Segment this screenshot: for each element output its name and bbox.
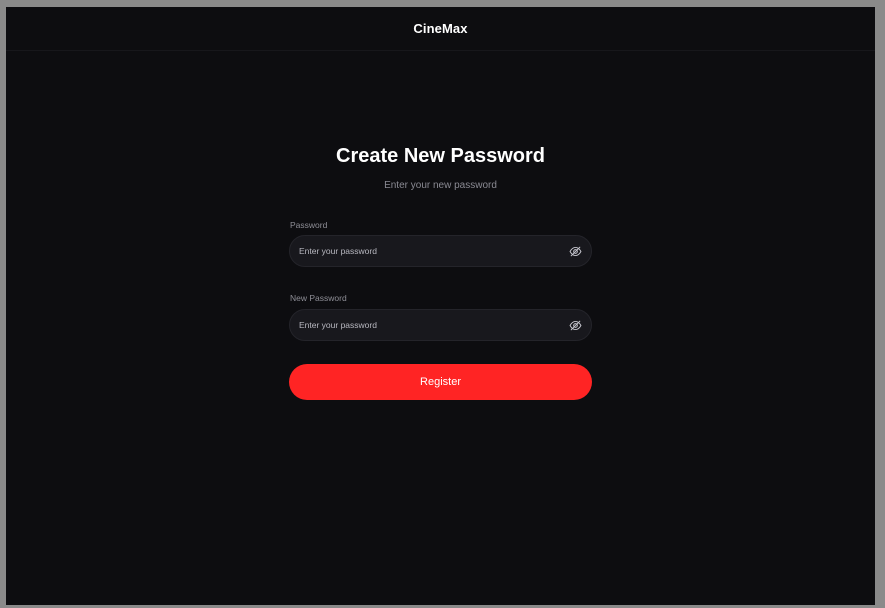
new-password-label: New Password bbox=[290, 293, 347, 303]
eye-off-icon[interactable] bbox=[569, 245, 582, 258]
eye-off-icon[interactable] bbox=[569, 319, 582, 332]
password-field-container bbox=[289, 235, 592, 267]
password-input[interactable] bbox=[299, 236, 559, 266]
page-title: Create New Password bbox=[336, 145, 545, 167]
brand-logo-text[interactable]: CineMax bbox=[413, 21, 467, 36]
register-button[interactable]: Register bbox=[289, 364, 592, 400]
password-label: Password bbox=[290, 220, 328, 230]
page-subtitle: Enter your new password bbox=[384, 180, 497, 191]
app-window: CineMax Create New Password Enter your n… bbox=[6, 7, 875, 605]
top-bar: CineMax bbox=[6, 7, 875, 51]
new-password-input[interactable] bbox=[299, 310, 559, 340]
new-password-field-container bbox=[289, 309, 592, 341]
